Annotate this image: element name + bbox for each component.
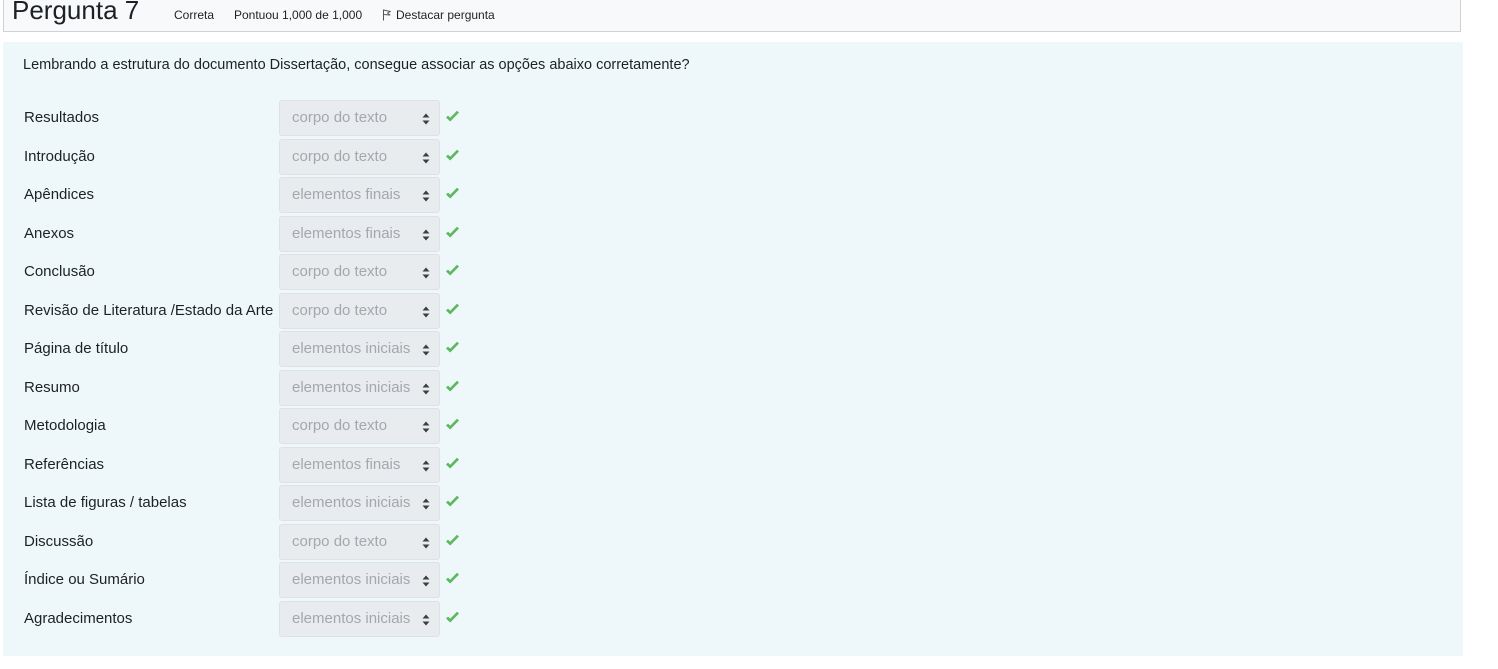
match-row: Índice ou Sumário elementos iniciais bbox=[3, 562, 603, 598]
match-label: Introdução bbox=[24, 147, 95, 165]
question-score: Pontuou 1,000 de 1,000 bbox=[234, 8, 363, 22]
sort-arrows-icon bbox=[422, 306, 430, 317]
check-icon bbox=[446, 264, 459, 276]
check-icon bbox=[446, 418, 459, 430]
match-select[interactable]: elementos finais bbox=[279, 177, 440, 213]
check-icon bbox=[446, 380, 459, 391]
sort-arrows-icon bbox=[422, 152, 430, 163]
match-select[interactable]: elementos iniciais bbox=[279, 562, 440, 598]
match-select[interactable]: elementos iniciais bbox=[279, 369, 440, 406]
match-row: Apêndices elementos finais bbox=[3, 177, 603, 213]
check-icon bbox=[446, 611, 459, 622]
match-select[interactable]: elementos iniciais bbox=[279, 600, 440, 637]
match-label: Lista de figuras / tabelas bbox=[24, 494, 187, 511]
match-row: Resumo elementos iniciais bbox=[3, 369, 603, 406]
match-select[interactable]: corpo do texto bbox=[279, 408, 440, 444]
sort-arrows-icon bbox=[422, 267, 430, 279]
question-status: Correta bbox=[174, 8, 215, 22]
match-select[interactable]: elementos finais bbox=[279, 446, 440, 483]
match-row: Resultados corpo do texto bbox=[3, 100, 603, 136]
match-select-value: elementos iniciais bbox=[292, 609, 411, 627]
match-select-value: corpo do texto bbox=[292, 263, 388, 280]
match-select-value: elementos iniciais bbox=[292, 378, 411, 396]
match-select-value: elementos iniciais bbox=[292, 494, 411, 511]
question-content: Lembrando a estrutura do documento Disse… bbox=[3, 42, 1463, 656]
match-row: Lista de figuras / tabelas elementos inic… bbox=[3, 485, 603, 521]
sort-arrows-icon bbox=[422, 344, 430, 356]
match-select-value: elementos iniciais bbox=[292, 571, 411, 588]
match-select[interactable]: elementos iniciais bbox=[279, 485, 440, 521]
sort-arrows-icon bbox=[422, 537, 430, 548]
match-select[interactable]: elementos finais bbox=[279, 215, 440, 252]
match-row: Revisão de Literatura /Estado da Arte cor… bbox=[3, 292, 603, 329]
match-label: Discussão bbox=[24, 532, 94, 550]
match-row: Conclusão corpo do texto bbox=[3, 254, 603, 290]
match-select-value: elementos finais bbox=[292, 186, 401, 203]
sort-arrows-icon bbox=[422, 421, 430, 433]
match-select[interactable]: corpo do texto bbox=[279, 100, 440, 136]
match-select[interactable]: corpo do texto bbox=[279, 138, 440, 175]
match-select[interactable]: elementos iniciais bbox=[279, 331, 440, 367]
match-select-value: corpo do texto bbox=[292, 532, 388, 550]
match-row: Anexos elementos finais bbox=[3, 215, 603, 252]
match-row: Referências elementos finais bbox=[3, 446, 603, 483]
match-label: Anexos bbox=[24, 224, 75, 242]
match-select-value: corpo do texto bbox=[292, 109, 388, 126]
sort-arrows-icon bbox=[422, 498, 430, 510]
match-label: Resumo bbox=[24, 378, 80, 396]
check-icon bbox=[446, 534, 459, 545]
check-icon bbox=[446, 187, 459, 199]
match-select-value: elementos iniciais bbox=[292, 340, 411, 357]
question-title: Pergunta 7 bbox=[12, 0, 140, 25]
match-label: Conclusão bbox=[24, 263, 95, 280]
sort-arrows-icon bbox=[422, 190, 430, 202]
match-select[interactable]: corpo do texto bbox=[279, 292, 440, 329]
sort-arrows-icon bbox=[422, 113, 430, 125]
match-row: Discussão corpo do texto bbox=[3, 523, 603, 560]
flag-question-link[interactable]: Destacar pergunta bbox=[382, 8, 495, 22]
match-label: Agradecimentos bbox=[24, 609, 133, 627]
match-select-value: elementos finais bbox=[292, 224, 401, 242]
match-row: Metodologia corpo do texto bbox=[3, 408, 603, 444]
match-row: Introdução corpo do texto bbox=[3, 138, 603, 175]
sort-arrows-icon bbox=[422, 383, 430, 394]
match-label: Referências bbox=[24, 455, 105, 473]
match-row: Agradecimentos elementos iniciais bbox=[3, 600, 603, 637]
match-label: Revisão de Literatura /Estado da Arte bbox=[24, 301, 274, 319]
sort-arrows-icon bbox=[422, 460, 430, 471]
check-icon bbox=[446, 110, 459, 122]
match-select-value: corpo do texto bbox=[292, 417, 388, 434]
match-select-value: corpo do texto bbox=[292, 147, 388, 165]
match-label: Metodologia bbox=[24, 417, 106, 434]
sort-arrows-icon bbox=[422, 614, 430, 625]
match-select[interactable]: corpo do texto bbox=[279, 523, 440, 560]
flag-icon bbox=[383, 9, 391, 21]
flag-question-label: Destacar pergunta bbox=[396, 8, 495, 22]
check-icon bbox=[446, 572, 459, 584]
question-header: Pergunta 7 Correta Pontuou 1,000 de 1,00… bbox=[3, 0, 1461, 32]
check-icon bbox=[446, 303, 459, 314]
match-label: Índice ou Sumário bbox=[24, 571, 145, 588]
match-select-value: elementos finais bbox=[292, 455, 401, 473]
match-label: Página de título bbox=[24, 340, 129, 357]
match-label: Apêndices bbox=[24, 186, 95, 203]
check-icon bbox=[446, 226, 459, 237]
match-select[interactable]: corpo do texto bbox=[279, 254, 440, 290]
match-label: Resultados bbox=[24, 109, 100, 126]
match-select-value: corpo do texto bbox=[292, 301, 388, 319]
check-icon bbox=[446, 457, 459, 468]
check-icon bbox=[446, 341, 459, 353]
sort-arrows-icon bbox=[422, 229, 430, 240]
match-row: Página de título elementos iniciais bbox=[3, 331, 603, 367]
check-icon bbox=[446, 149, 459, 160]
question-text: Lembrando a estrutura do documento Disse… bbox=[23, 57, 690, 73]
check-icon bbox=[446, 495, 459, 507]
sort-arrows-icon bbox=[422, 575, 430, 587]
